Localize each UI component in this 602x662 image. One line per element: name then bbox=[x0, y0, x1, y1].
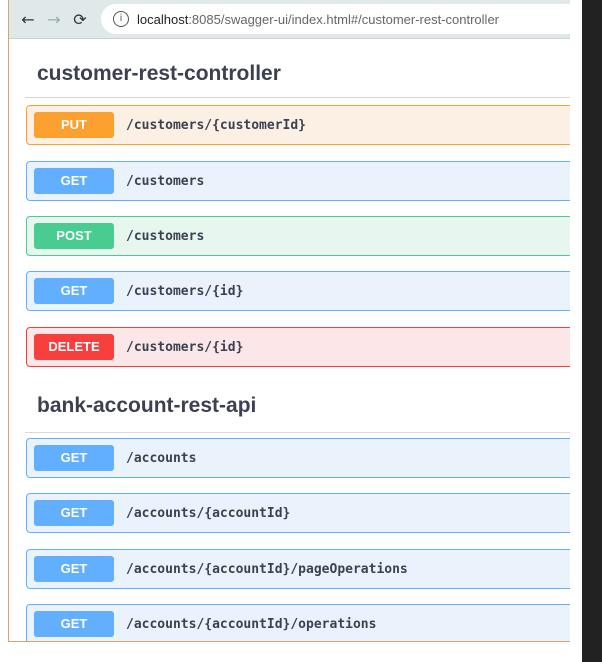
section-title-bank-account-rest-api[interactable]: bank-account-rest-api bbox=[25, 371, 570, 433]
operation-put-customer[interactable]: PUT /customers/{customerId} bbox=[26, 105, 570, 145]
browser-toolbar: ← → ⟳ i localhost:8085/swagger-ui/index.… bbox=[9, 0, 570, 39]
url-path: :8085/swagger-ui/index.html#/customer-re… bbox=[188, 11, 499, 27]
operation-path: /customers/{id} bbox=[126, 339, 244, 355]
operation-path: /accounts/{accountId} bbox=[126, 505, 291, 521]
method-badge: GET bbox=[34, 556, 114, 582]
operation-path: /customers bbox=[126, 228, 205, 244]
operation-path: /accounts/{accountId}/operations bbox=[126, 616, 377, 632]
method-badge: GET bbox=[34, 611, 114, 637]
method-badge: PUT bbox=[34, 112, 114, 138]
operation-path: /customers/{customerId} bbox=[126, 117, 307, 133]
info-icon[interactable]: i bbox=[113, 11, 129, 27]
operation-get-account-by-id[interactable]: GET /accounts/{accountId} bbox=[26, 493, 570, 533]
operation-delete-customer[interactable]: DELETE /customers/{id} bbox=[26, 327, 570, 367]
browser-window: ← → ⟳ i localhost:8085/swagger-ui/index.… bbox=[8, 0, 571, 642]
address-bar[interactable]: i localhost:8085/swagger-ui/index.html#/… bbox=[101, 4, 570, 34]
section-header-wrap: bank-account-rest-api bbox=[9, 371, 570, 433]
operation-get-account-page-operations[interactable]: GET /accounts/{accountId}/pageOperations bbox=[26, 549, 570, 589]
url-host: localhost bbox=[137, 11, 189, 27]
section-title-customer-rest-controller[interactable]: customer-rest-controller bbox=[25, 39, 570, 98]
operation-path: /accounts/{accountId}/pageOperations bbox=[126, 561, 408, 577]
operation-path: /accounts bbox=[126, 450, 197, 466]
back-arrow-icon[interactable]: ← bbox=[17, 10, 39, 29]
operation-path: /customers bbox=[126, 173, 205, 189]
method-badge: GET bbox=[34, 278, 114, 304]
forward-arrow-icon[interactable]: → bbox=[43, 10, 65, 29]
dark-side-panel bbox=[582, 0, 602, 662]
reload-icon[interactable]: ⟳ bbox=[69, 10, 91, 29]
method-badge: DELETE bbox=[34, 334, 114, 360]
method-badge: GET bbox=[34, 168, 114, 194]
operation-get-account-operations[interactable]: GET /accounts/{accountId}/operations bbox=[26, 604, 570, 641]
swagger-content: customer-rest-controller bbox=[9, 39, 570, 98]
operation-get-customer-by-id[interactable]: GET /customers/{id} bbox=[26, 271, 570, 311]
operation-get-accounts[interactable]: GET /accounts bbox=[26, 438, 570, 478]
operation-get-customers[interactable]: GET /customers bbox=[26, 161, 570, 201]
method-badge: GET bbox=[34, 445, 114, 471]
operation-post-customers[interactable]: POST /customers bbox=[26, 216, 570, 256]
operation-path: /customers/{id} bbox=[126, 283, 244, 299]
page-margin bbox=[570, 0, 582, 662]
method-badge: GET bbox=[34, 500, 114, 526]
method-badge: POST bbox=[34, 223, 114, 249]
